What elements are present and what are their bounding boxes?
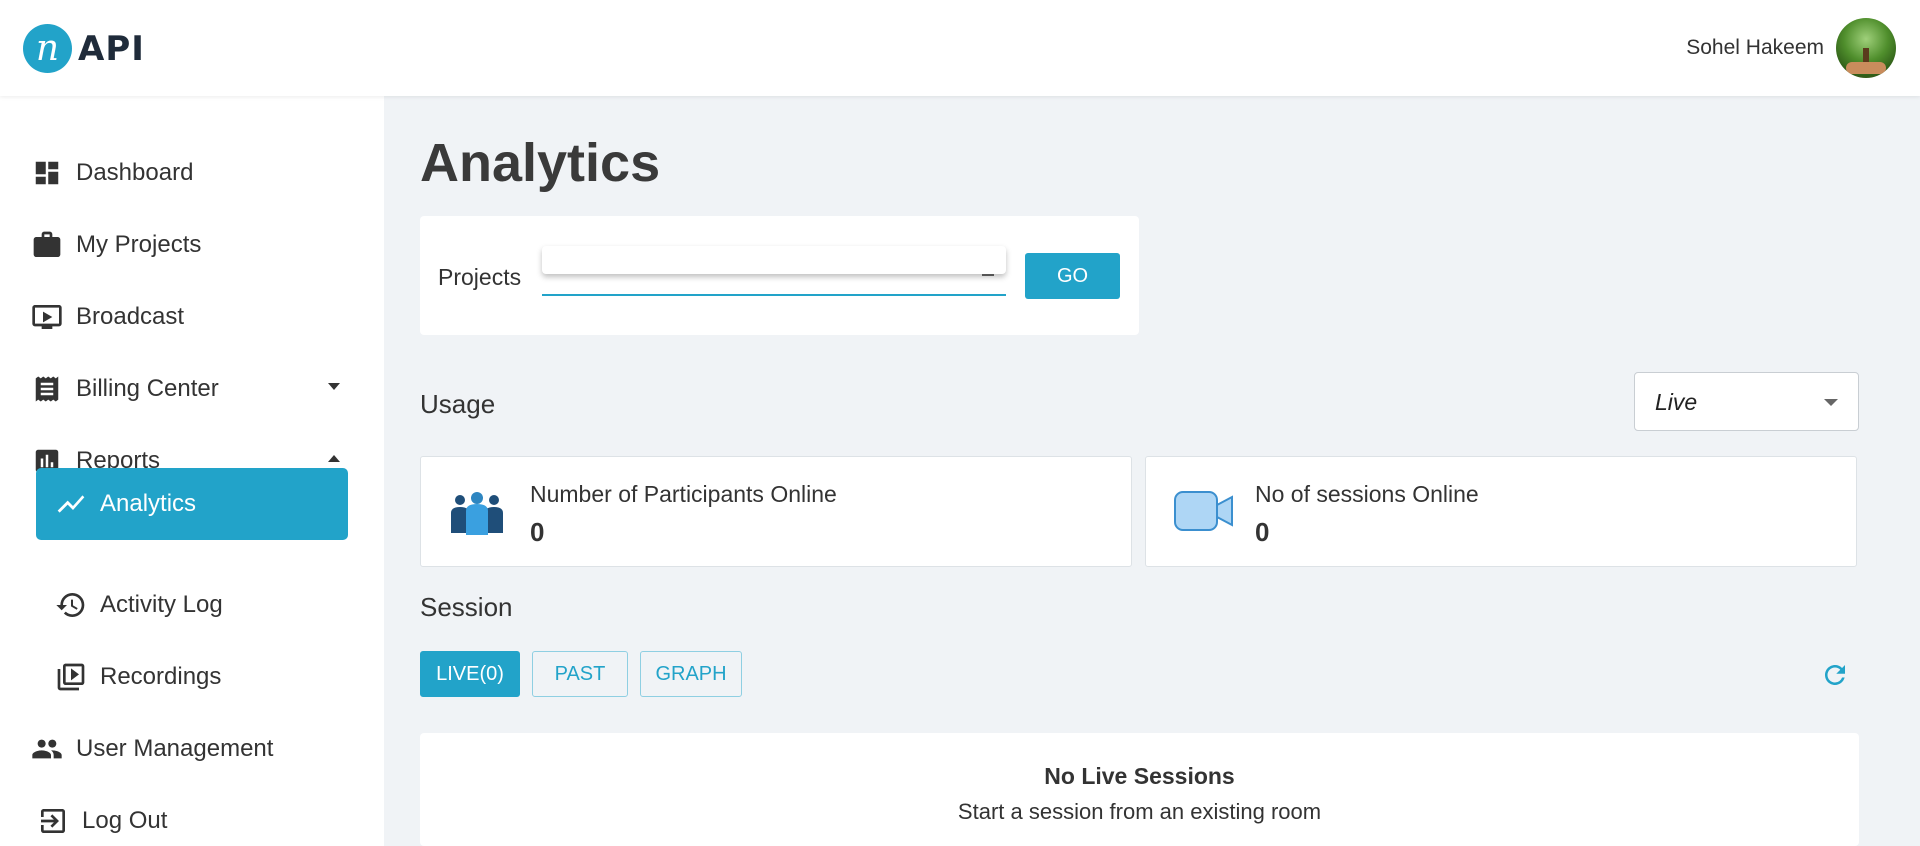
top-header: n API Sohel Hakeem xyxy=(0,0,1920,96)
sidebar-item-billing-center[interactable]: Billing Center xyxy=(0,361,384,417)
sidebar-item-label: Broadcast xyxy=(76,303,185,330)
sidebar-item-label: Analytics xyxy=(100,490,197,517)
video-camera-icon xyxy=(1174,489,1233,537)
sidebar-item-activity-log[interactable]: Activity Log xyxy=(0,577,384,633)
user-name: Sohel Hakeem xyxy=(1686,36,1824,59)
sessions-value: 0 xyxy=(1255,517,1270,547)
sessions-empty-state: No Live Sessions Start a session from an… xyxy=(420,733,1859,846)
trending-icon xyxy=(54,487,88,521)
empty-state-subtitle: Start a session from an existing room xyxy=(957,799,1322,824)
sidebar-item-label: User Management xyxy=(76,735,274,762)
select-arrow-icon xyxy=(982,274,994,276)
app-logo[interactable]: n API xyxy=(23,24,145,73)
chevron-up-icon xyxy=(328,455,340,462)
participants-label: Number of Participants Online xyxy=(530,481,837,507)
usage-filter-value: Live xyxy=(1655,389,1698,415)
sidebar-item-dashboard[interactable]: Dashboard xyxy=(0,145,384,201)
avatar[interactable] xyxy=(1836,18,1896,78)
logout-icon xyxy=(36,804,70,838)
briefcase-icon xyxy=(30,228,64,262)
sidebar-item-label: Log Out xyxy=(82,807,168,834)
sidebar-item-recordings[interactable]: Recordings xyxy=(0,649,384,705)
video-library-icon xyxy=(54,660,88,694)
usage-title: Usage xyxy=(420,389,496,419)
session-title: Session xyxy=(420,592,513,622)
tv-play-icon xyxy=(30,300,64,334)
sidebar-item-my-projects[interactable]: My Projects xyxy=(0,217,384,273)
sidebar-item-label: Recordings xyxy=(100,663,222,690)
sidebar: Dashboard My Projects Broadcast Billing … xyxy=(0,96,384,846)
sessions-card: No of sessions Online 0 xyxy=(1145,456,1857,567)
dashboard-icon xyxy=(30,156,64,190)
tab-past[interactable]: PAST xyxy=(532,651,628,697)
projects-label: Projects xyxy=(438,264,522,290)
sidebar-item-broadcast[interactable]: Broadcast xyxy=(0,289,384,345)
page-title: Analytics xyxy=(420,133,661,193)
user-menu[interactable]: Sohel Hakeem xyxy=(1686,18,1896,78)
projects-card: Projects GO xyxy=(420,216,1139,335)
projects-select[interactable] xyxy=(542,246,1006,296)
refresh-icon[interactable] xyxy=(1820,660,1850,690)
people-icon xyxy=(30,732,64,766)
participants-card: Number of Participants Online 0 xyxy=(420,456,1132,567)
usage-filter-select[interactable]: Live xyxy=(1634,372,1859,431)
tab-graph[interactable]: GRAPH xyxy=(640,651,742,697)
logo-mark: n xyxy=(23,24,72,73)
history-icon xyxy=(54,588,88,622)
participants-value: 0 xyxy=(530,517,545,547)
chevron-down-icon xyxy=(328,383,340,390)
sessions-label: No of sessions Online xyxy=(1255,481,1479,507)
sidebar-item-user-management[interactable]: User Management xyxy=(0,721,384,777)
sidebar-item-analytics[interactable]: Analytics xyxy=(36,468,348,540)
chevron-down-icon xyxy=(1824,399,1838,406)
sidebar-item-log-out[interactable]: Log Out xyxy=(0,793,384,846)
logo-text: API xyxy=(78,28,145,69)
sidebar-item-label: Activity Log xyxy=(100,591,223,618)
go-button[interactable]: GO xyxy=(1025,253,1120,299)
sidebar-item-label: Dashboard xyxy=(76,159,194,186)
tab-live[interactable]: LIVE(0) xyxy=(420,651,520,697)
participants-icon xyxy=(449,489,505,537)
empty-state-title: No Live Sessions xyxy=(1044,763,1235,789)
sidebar-item-label: My Projects xyxy=(76,231,202,258)
receipt-icon xyxy=(30,372,64,406)
projects-dropdown-menu[interactable] xyxy=(542,246,1006,274)
sidebar-item-label: Billing Center xyxy=(76,375,219,402)
avatar-hand xyxy=(1846,62,1886,74)
